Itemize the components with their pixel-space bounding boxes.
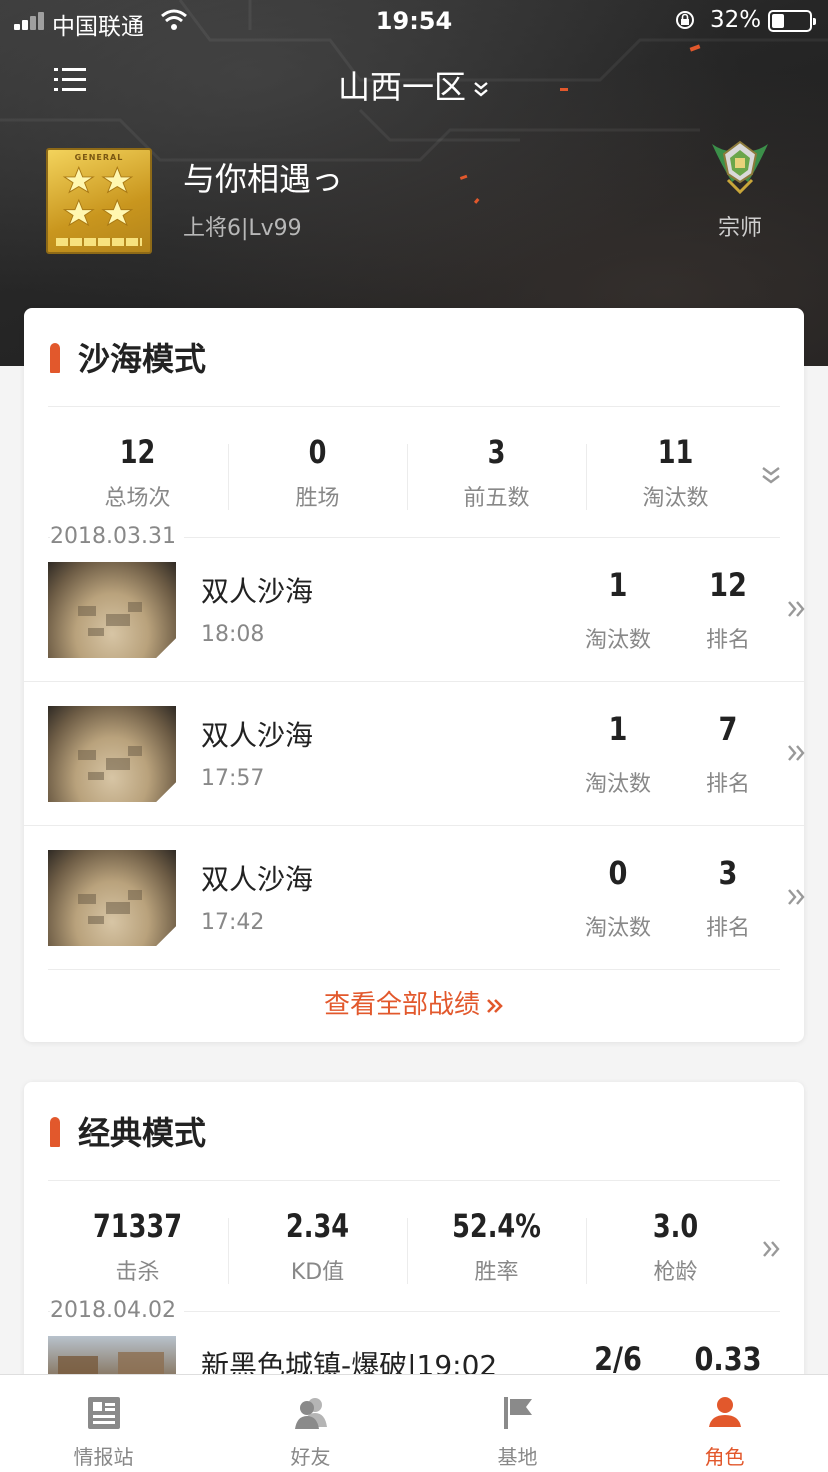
match-rank-label: 排名: [705, 916, 750, 941]
stat-label: 胜率: [474, 1260, 519, 1285]
star-icon: [62, 166, 134, 227]
match-rank-label: 排名: [705, 628, 750, 653]
status-time: 19:54: [375, 7, 453, 35]
match-mode: 双人沙海: [201, 575, 314, 608]
tab-base[interactable]: 基地: [414, 1375, 621, 1472]
match-rank: 7: [718, 710, 738, 748]
match-kills: 1: [608, 566, 628, 604]
expand-chevron-icon[interactable]: [760, 464, 782, 486]
bottom-tab-bar: 情报站 好友 基地 角色: [0, 1374, 828, 1472]
person-icon: [709, 1397, 741, 1427]
chevron-down-icon: [474, 82, 488, 97]
match-row[interactable]: 双人沙海 18:08 1 淘汰数 12 排名: [48, 538, 805, 682]
stat-label: 枪龄: [653, 1260, 698, 1285]
card-title: 经典模式: [50, 1108, 206, 1154]
chevron-right-icon: [788, 889, 805, 905]
friends-icon: [295, 1398, 327, 1429]
bullet-icon: [50, 343, 60, 373]
server-selector[interactable]: 山西一区: [0, 62, 828, 108]
stat-value: 52.4%: [452, 1207, 541, 1245]
stat-value: 0: [308, 433, 327, 471]
rank-badge: GENERAL: [46, 148, 152, 254]
tab-label: 基地: [497, 1445, 538, 1469]
match-time: 17:57: [201, 766, 265, 791]
battery-icon: [768, 10, 816, 32]
match-kd: 2/6: [594, 1340, 642, 1378]
player-nickname: 与你相遇っ: [183, 160, 344, 198]
stat-label: KD值: [290, 1260, 345, 1285]
tab-friends[interactable]: 好友: [207, 1375, 414, 1472]
rotation-lock-icon: [676, 11, 694, 29]
match-rank: 3: [718, 854, 738, 892]
tab-news[interactable]: 情报站: [0, 1375, 207, 1472]
tab-character[interactable]: 角色: [621, 1375, 828, 1472]
flag-icon: [504, 1397, 532, 1429]
card-title: 沙海模式: [50, 334, 206, 380]
chevron-right-icon: [788, 745, 805, 761]
chevron-right-icon: [788, 601, 805, 617]
sand-mode-stats[interactable]: 12 总场次 0 胜场 3 前五数 11 淘汰数: [48, 432, 764, 522]
stat-label: 前五数: [463, 486, 530, 511]
match-kills-label: 淘汰数: [584, 916, 651, 941]
stat-label: 胜场: [295, 486, 340, 511]
bullet-icon: [50, 1117, 60, 1147]
sand-mode-card: 沙海模式 12 总场次 0 胜场 3 前五数 11 淘汰数 2018.03.31 双人沙…: [24, 308, 805, 1042]
stat-value: 11: [657, 433, 694, 471]
stat-value: 71337: [92, 1207, 183, 1245]
match-kills-label: 淘汰数: [584, 628, 651, 653]
match-kills: 1: [608, 710, 628, 748]
tab-label: 角色: [704, 1445, 745, 1469]
stat-value: 3: [487, 433, 506, 471]
status-bar: 中国联通 19:54 32%: [0, 0, 828, 42]
stat-value: 3.0: [652, 1207, 699, 1245]
match-row[interactable]: 双人沙海 17:42 0 淘汰数 3 排名: [48, 826, 805, 970]
map-thumbnail: [48, 706, 176, 802]
match-time: 18:08: [201, 622, 265, 647]
tab-label: 好友: [290, 1445, 331, 1469]
match-kills-label: 淘汰数: [584, 772, 651, 797]
classic-mode-stats[interactable]: 71337 击杀 2.34 KD值 52.4% 胜率 3.0 枪龄: [48, 1206, 764, 1296]
match-kills: 0: [608, 854, 628, 892]
double-chevron-right-icon: [487, 998, 503, 1013]
map-thumbnail: [48, 850, 176, 946]
view-all-records-link[interactable]: 查看全部战绩: [24, 984, 804, 1021]
stat-label: 淘汰数: [642, 486, 709, 511]
match-mode: 双人沙海: [201, 719, 314, 752]
stat-value: 2.34: [285, 1207, 350, 1245]
match-rank: 12: [709, 566, 747, 604]
chevron-right-icon[interactable]: [760, 1238, 782, 1260]
grandmaster-emblem-icon[interactable]: [708, 136, 772, 194]
player-rank-level: 上将6|Lv99: [183, 216, 302, 241]
classic-mode-card: 经典模式 71337 击杀 2.34 KD值 52.4% 胜率 3.0 枪龄 2018.…: [24, 1082, 804, 1432]
match-row[interactable]: 双人沙海 17:57 1 淘汰数 7 排名: [48, 682, 805, 826]
tab-label: 情报站: [73, 1445, 134, 1469]
server-name: 山西一区: [337, 68, 466, 106]
match-ratio: 0.33: [694, 1340, 762, 1378]
match-mode: 双人沙海: [201, 863, 314, 896]
battery-percentage: 32%: [710, 7, 762, 33]
stat-label: 击杀: [115, 1260, 160, 1285]
player-title: 宗师: [717, 216, 762, 241]
stat-label: 总场次: [104, 486, 171, 511]
match-time: 17:42: [201, 910, 265, 935]
news-icon: [88, 1397, 120, 1429]
match-rank-label: 排名: [705, 772, 750, 797]
stat-value: 12: [119, 433, 156, 471]
map-thumbnail: [48, 562, 176, 658]
